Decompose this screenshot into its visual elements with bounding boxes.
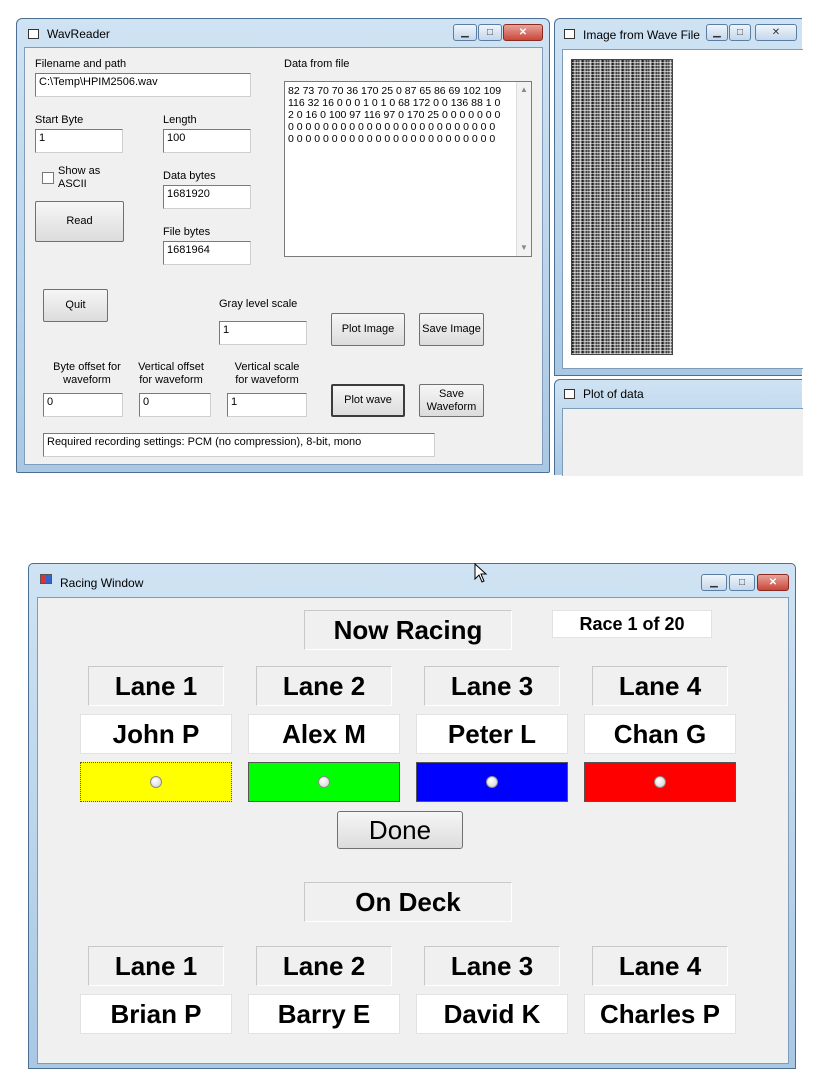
mouse-cursor-icon	[474, 563, 488, 583]
plot-window: Plot of data	[554, 379, 803, 476]
data-from-file-label: Data from file	[284, 58, 350, 70]
filename-input[interactable]: C:\Temp\HPIM2506.wav	[35, 73, 251, 97]
now-racer-1-name: John P	[80, 714, 232, 754]
on-deck-label: On Deck	[304, 882, 512, 922]
wavreader-client: Filename and path C:\Temp\HPIM2506.wav D…	[24, 47, 543, 465]
now-lane-1-label: Lane 1	[88, 666, 224, 706]
start-byte-label: Start Byte	[35, 114, 84, 126]
save-image-button[interactable]: Save Image	[419, 313, 484, 346]
wavreader-window: WavReader ▁ □ ✕ Filename and path C:\Tem…	[16, 18, 550, 473]
close-button[interactable]: ✕	[503, 24, 543, 41]
scroll-up-icon[interactable]: ▲	[520, 84, 528, 96]
wave-image	[571, 59, 673, 355]
file-bytes-label: File bytes	[163, 226, 211, 238]
race-counter: Race 1 of 20	[552, 610, 712, 638]
window-app-icon	[564, 29, 575, 39]
racing-window: Racing Window ▁ □ ✕ Now Racing Race 1 of…	[28, 563, 796, 1069]
minimize-button[interactable]: ▁	[706, 24, 728, 41]
start-byte-input[interactable]: 1	[35, 129, 123, 153]
data-from-file-text: 82 73 70 70 36 170 25 0 87 65 86 69 102 …	[288, 85, 502, 145]
window-title: WavReader	[47, 27, 110, 41]
gray-scale-label: Gray level scale	[219, 298, 298, 310]
done-button[interactable]: Done	[337, 811, 463, 849]
plot-client	[562, 408, 803, 476]
deck-racer-2-name: Barry E	[248, 994, 400, 1034]
now-racing-label: Now Racing	[304, 610, 512, 650]
file-bytes-input[interactable]: 1681964	[163, 241, 251, 265]
deck-racer-1-name: Brian P	[80, 994, 232, 1034]
deck-racer-3-name: David K	[416, 994, 568, 1034]
show-ascii-checkbox[interactable]	[42, 172, 54, 184]
vertical-scale-label: Vertical scale for waveform	[234, 361, 300, 386]
vertical-offset-label: Vertical offset for waveform	[138, 361, 204, 386]
close-button[interactable]: ✕	[755, 24, 797, 41]
lane-1-radio[interactable]	[150, 776, 162, 788]
close-button[interactable]: ✕	[757, 574, 789, 591]
scroll-down-icon[interactable]: ▼	[520, 242, 528, 254]
window-app-icon	[564, 389, 575, 399]
length-label: Length	[163, 114, 197, 126]
deck-lane-4-label: Lane 4	[592, 946, 728, 986]
window-app-icon	[28, 29, 39, 39]
vertical-scale-input[interactable]: 1	[227, 393, 307, 417]
data-from-file-textarea[interactable]: 82 73 70 70 36 170 25 0 87 65 86 69 102 …	[284, 81, 532, 257]
lane-4-radio[interactable]	[654, 776, 666, 788]
lane-2-color-indicator[interactable]	[248, 762, 400, 802]
save-waveform-button[interactable]: Save Waveform	[419, 384, 484, 417]
quit-button[interactable]: Quit	[43, 289, 108, 322]
lane-1-color-indicator[interactable]	[80, 762, 232, 802]
window-app-icon	[40, 574, 52, 584]
gray-scale-input[interactable]: 1	[219, 321, 307, 345]
read-button[interactable]: Read	[35, 201, 124, 242]
length-input[interactable]: 100	[163, 129, 251, 153]
byte-offset-label: Byte offset for waveform	[53, 361, 121, 386]
maximize-button[interactable]: □	[729, 24, 751, 41]
status-textbox[interactable]: Required recording settings: PCM (no com…	[43, 433, 435, 457]
plot-image-button[interactable]: Plot Image	[331, 313, 405, 346]
filename-label: Filename and path	[35, 58, 127, 70]
minimize-button[interactable]: ▁	[453, 24, 477, 41]
racing-client: Now Racing Race 1 of 20 Lane 1 Lane 2 La…	[37, 597, 789, 1064]
lane-3-color-indicator[interactable]	[416, 762, 568, 802]
lane-3-radio[interactable]	[486, 776, 498, 788]
now-lane-4-label: Lane 4	[592, 666, 728, 706]
textarea-scrollbar[interactable]: ▲ ▼	[516, 82, 531, 256]
window-title: Image from Wave File	[583, 28, 700, 42]
deck-lane-3-label: Lane 3	[424, 946, 560, 986]
plot-wave-button[interactable]: Plot wave	[331, 384, 405, 417]
byte-offset-input[interactable]: 0	[43, 393, 123, 417]
show-ascii-label: Show as ASCII	[58, 165, 101, 190]
image-window: Image from Wave File ▁ □ ✕	[554, 18, 803, 376]
deck-lane-2-label: Lane 2	[256, 946, 392, 986]
deck-lane-1-label: Lane 1	[88, 946, 224, 986]
data-bytes-label: Data bytes	[163, 170, 216, 182]
maximize-button[interactable]: □	[478, 24, 502, 41]
maximize-button[interactable]: □	[729, 574, 755, 591]
now-racer-2-name: Alex M	[248, 714, 400, 754]
window-title: Racing Window	[60, 576, 144, 590]
now-lane-3-label: Lane 3	[424, 666, 560, 706]
now-racer-4-name: Chan G	[584, 714, 736, 754]
minimize-button[interactable]: ▁	[701, 574, 727, 591]
data-bytes-input[interactable]: 1681920	[163, 185, 251, 209]
lane-2-radio[interactable]	[318, 776, 330, 788]
vertical-offset-input[interactable]: 0	[139, 393, 211, 417]
now-lane-2-label: Lane 2	[256, 666, 392, 706]
lane-4-color-indicator[interactable]	[584, 762, 736, 802]
image-client	[562, 49, 803, 369]
window-title: Plot of data	[583, 387, 644, 401]
now-racer-3-name: Peter L	[416, 714, 568, 754]
deck-racer-4-name: Charles P	[584, 994, 736, 1034]
